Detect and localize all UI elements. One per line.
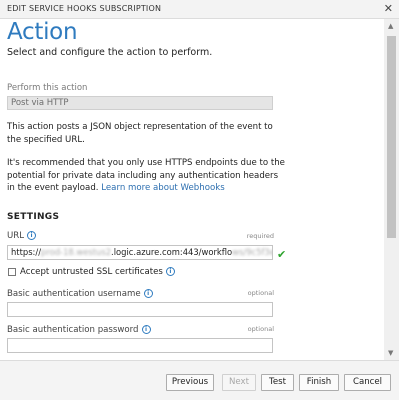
dialog-content: Action Select and configure the action t… [0, 19, 384, 360]
previous-button[interactable]: Previous [166, 374, 214, 391]
username-label-text: Basic authentication username [7, 289, 141, 299]
perform-action-field: Post via HTTP [7, 96, 273, 110]
test-button[interactable]: Test [261, 374, 294, 391]
url-value-redacted-host: prod-18.westus2 [41, 247, 112, 257]
warning-line-2: potential for private data including any… [7, 170, 279, 181]
check-icon: ✔ [277, 248, 287, 261]
page-subtitle: Select and configure the action to perfo… [7, 47, 213, 58]
accept-ssl-label-text: Accept untrusted SSL certificates [20, 267, 163, 277]
url-input[interactable]: https://prod-18.westus2.logic.azure.com:… [7, 245, 273, 260]
info-icon[interactable]: i [165, 267, 175, 276]
info-icon[interactable]: i [143, 289, 153, 298]
perform-action-label: Perform this action [7, 83, 88, 93]
info-icon[interactable]: i [141, 325, 151, 334]
password-label-text: Basic authentication password [7, 325, 139, 335]
description-line-2: the specified URL. [7, 134, 85, 145]
scroll-down-arrow-icon[interactable]: ▼ [388, 349, 393, 357]
learn-more-webhooks-link[interactable]: Learn more about Webhooks [101, 183, 224, 193]
dialog-footer: Previous Next Test Finish Cancel [0, 360, 399, 400]
https-warning: It's recommended that you only use HTTPS… [7, 157, 297, 195]
perform-action-value: Post via HTTP [11, 98, 69, 108]
action-description: This action posts a JSON object represen… [7, 121, 297, 146]
dialog-titlebar: EDIT SERVICE HOOKS SUBSCRIPTION ✕ [0, 0, 399, 19]
username-label: Basic authentication username i [7, 289, 153, 299]
password-label: Basic authentication password i [7, 325, 151, 335]
url-value-redacted-path: ws/9c5f3e8a [232, 247, 272, 257]
scroll-up-arrow-icon[interactable]: ▲ [388, 22, 393, 30]
vertical-scrollbar[interactable]: ▲ ▼ [384, 19, 399, 360]
url-value-prefix: https:// [11, 247, 42, 257]
scrollbar-thumb[interactable] [387, 36, 396, 238]
close-icon[interactable]: ✕ [384, 2, 393, 16]
url-label-text: URL [7, 231, 25, 241]
info-icon[interactable]: i [27, 231, 37, 240]
password-optional-hint: optional [247, 325, 274, 333]
username-input[interactable] [7, 302, 273, 317]
accept-ssl-checkbox[interactable] [8, 268, 16, 276]
warning-line-3-text: in the event payload. [7, 183, 102, 193]
warning-line-3: in the event payload. Learn more about W… [7, 182, 297, 195]
password-input[interactable] [7, 338, 273, 353]
warning-line-1: It's recommended that you only use HTTPS… [7, 158, 285, 168]
username-optional-hint: optional [247, 289, 274, 297]
url-value-middle: .logic.azure.com:443/workflo [111, 247, 233, 257]
url-label: URL i [7, 231, 37, 241]
url-required-hint: required [246, 232, 274, 240]
page-title: Action [7, 19, 78, 45]
accept-ssl-label: Accept untrusted SSL certificates i [20, 267, 175, 277]
next-button[interactable]: Next [222, 374, 256, 391]
finish-button[interactable]: Finish [299, 374, 339, 391]
description-line-1: This action posts a JSON object represen… [7, 122, 273, 132]
dialog-title: EDIT SERVICE HOOKS SUBSCRIPTION [7, 4, 162, 13]
cancel-button[interactable]: Cancel [344, 374, 391, 391]
settings-heading: SETTINGS [7, 212, 60, 222]
